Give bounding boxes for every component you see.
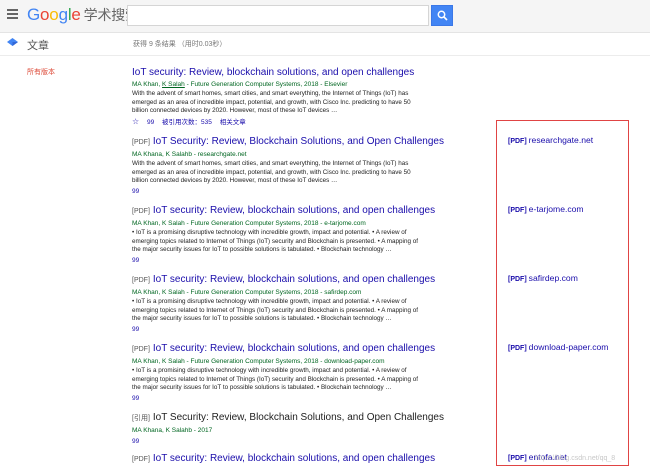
sub-toolbar: 文章 获得 9 条结果 （用时0.03秒）	[0, 33, 650, 56]
pdf-domain: download-paper.com	[528, 342, 609, 352]
result-item: [PDF] IoT security: Review, blockchain so…	[132, 452, 435, 466]
result-meta: MA Khan, K Salah - Future Generation Com…	[132, 289, 362, 296]
result-type-tag: [PDF]	[132, 456, 150, 463]
cite-quote-icon[interactable]: 99	[132, 188, 139, 195]
pdf-link[interactable]: [PDF] download-paper.com	[508, 342, 608, 352]
result-item: IoT security: Review, blockchain solutio…	[132, 66, 432, 127]
result-snippet: • IoT is a promising disruptive technolo…	[132, 229, 418, 254]
pdf-tag: [PDF]	[508, 345, 527, 352]
logo-letter: e	[71, 5, 81, 24]
result-meta: MA Khana, K Salahb - 2017	[132, 427, 213, 434]
result-item: [PDF] IoT security: Review, blockchain so…	[132, 342, 435, 403]
result-actions: 99	[132, 394, 432, 403]
result-meta: MA Khan, K Salah - Future Generation Com…	[132, 81, 348, 88]
save-star-icon[interactable]: ☆	[132, 117, 139, 126]
result-title[interactable]: IoT security: Review, blockchain solutio…	[153, 274, 435, 285]
result-meta: MA Khana, K Salahb - researchgate.net	[132, 151, 247, 158]
pdf-link[interactable]: [PDF] safirdep.com	[508, 273, 578, 283]
result-type-tag: [PDF]	[132, 346, 150, 353]
result-title[interactable]: IoT security: Review, blockchain solutio…	[153, 205, 435, 216]
result-item: [PDF] IoT security: Review, blockchain so…	[132, 273, 435, 334]
result-title-link: [引用] IoT Security: Review, Blockchain Sol…	[132, 411, 444, 425]
result-title[interactable]: IoT Security: Review, Blockchain Solutio…	[153, 136, 444, 147]
result-item: [PDF] IoT security: Review, blockchain so…	[132, 204, 435, 265]
result-meta: MA Khan, K Salah - Future Generation Com…	[132, 358, 385, 365]
section-articles-label[interactable]: 文章	[27, 37, 49, 53]
result-actions: 99	[132, 437, 432, 446]
result-item: [PDF] IoT Security: Review, Blockchain So…	[132, 135, 444, 196]
related-articles-link[interactable]: 相关文章	[220, 119, 246, 126]
google-scholar-logo[interactable]: Google 学术搜索	[27, 5, 139, 25]
watermark: https://blog.csdn.net/qq_8	[535, 455, 616, 462]
result-author-link[interactable]: K Salah	[162, 81, 185, 88]
pdf-domain: e-tarjome.com	[528, 204, 584, 214]
cite-quote-icon[interactable]: 99	[132, 257, 139, 264]
results-count: 获得 9 条结果 （用时0.03秒）	[133, 41, 227, 48]
logo-letter: g	[58, 5, 68, 24]
result-title-link[interactable]: [PDF] IoT security: Review, blockchain so…	[132, 452, 435, 466]
pdf-tag: [PDF]	[508, 455, 527, 462]
result-title-link[interactable]: [PDF] IoT Security: Review, Blockchain So…	[132, 135, 444, 149]
pdf-tag: [PDF]	[508, 276, 527, 283]
cite-quote-icon[interactable]: 99	[132, 326, 139, 333]
search-icon	[437, 10, 448, 21]
pdf-tag: [PDF]	[508, 207, 527, 214]
search-button[interactable]	[431, 5, 453, 26]
cite-quote-icon[interactable]: 99	[132, 395, 139, 402]
pdf-domain: safirdep.com	[528, 273, 578, 283]
pdf-tag: [PDF]	[508, 138, 527, 145]
cited-by-link[interactable]: 被引用次数：535	[162, 119, 212, 126]
result-snippet: • IoT is a promising disruptive technolo…	[132, 298, 418, 323]
result-title-link[interactable]: [PDF] IoT security: Review, blockchain so…	[132, 204, 435, 218]
logo-letter: G	[27, 5, 41, 24]
result-actions: 99	[132, 325, 432, 334]
result-type-tag: [PDF]	[132, 277, 150, 284]
result-title-link[interactable]: [PDF] IoT security: Review, blockchain so…	[132, 342, 435, 356]
result-actions: ☆ 99 被引用次数：535 相关文章	[132, 117, 432, 127]
result-title: IoT Security: Review, Blockchain Solutio…	[152, 412, 444, 423]
result-title-link[interactable]: [PDF] IoT security: Review, blockchain so…	[132, 273, 435, 287]
cite-quote-icon[interactable]: 99	[147, 119, 154, 126]
result-author[interactable]: MA Khan	[132, 81, 158, 88]
hamburger-menu-icon[interactable]	[7, 9, 18, 19]
logo-letter: o	[49, 5, 59, 24]
result-snippet: • IoT is a promising disruptive technolo…	[132, 367, 418, 392]
result-title[interactable]: IoT security: Review, blockchain solutio…	[153, 343, 435, 354]
result-meta: MA Khan, K Salah - Future Generation Com…	[132, 220, 366, 227]
result-snippet: With the advent of smart homes, smart ci…	[132, 90, 411, 115]
result-actions: 99	[132, 187, 432, 196]
pdf-links-highlight-box	[496, 120, 629, 466]
result-title[interactable]: IoT security: Review, blockchain solutio…	[132, 66, 432, 79]
logo-letter: o	[40, 5, 50, 24]
result-title[interactable]: IoT security: Review, blockchain solutio…	[153, 453, 435, 464]
all-versions-link[interactable]: 所有版本	[27, 67, 55, 77]
result-type-tag: [PDF]	[132, 208, 150, 215]
pdf-link[interactable]: [PDF] e-tarjome.com	[508, 204, 584, 214]
result-type-tag: [PDF]	[132, 139, 150, 146]
pdf-domain: researchgate.net	[528, 135, 594, 145]
search-input[interactable]	[127, 5, 429, 26]
result-meta-rest: - Future Generation Computer Systems, 20…	[184, 81, 348, 88]
cite-quote-icon[interactable]: 99	[132, 438, 139, 445]
scholar-cap-icon	[7, 38, 18, 46]
result-item: [引用] IoT Security: Review, Blockchain Sol…	[132, 411, 444, 446]
pdf-link[interactable]: [PDF] researchgate.net	[508, 135, 593, 145]
result-actions: 99	[132, 256, 432, 265]
result-snippet: With the advent of smart homes, smart ci…	[132, 160, 411, 185]
result-type-tag: [引用]	[132, 415, 150, 422]
top-header: Google 学术搜索	[0, 0, 650, 33]
